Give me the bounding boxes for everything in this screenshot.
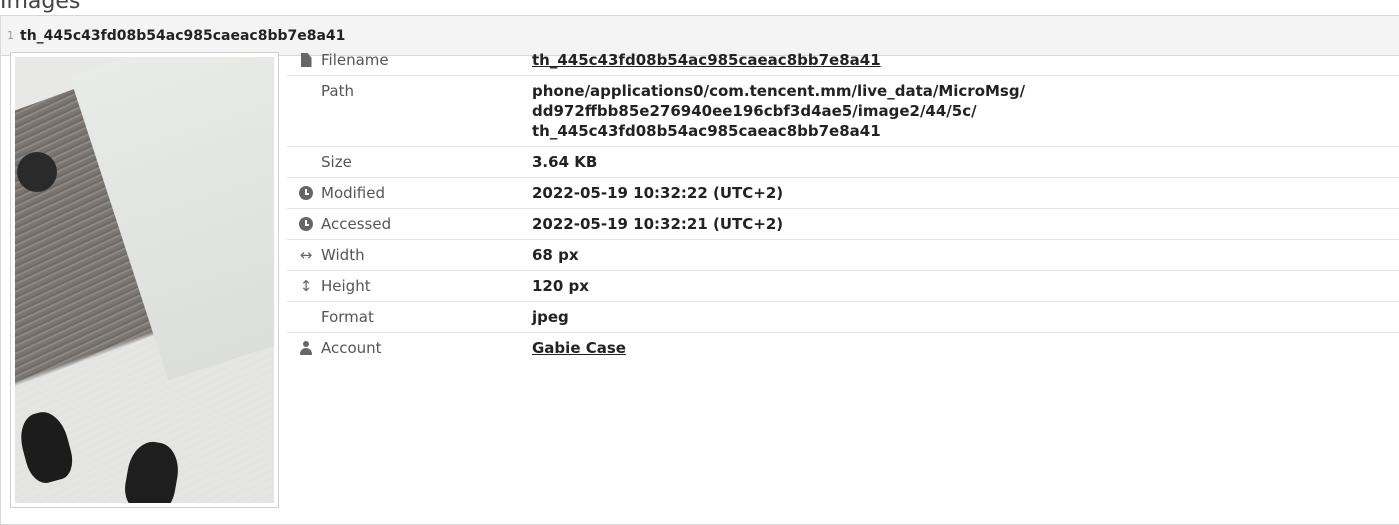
property-row-height: ↕ Height 120 px (287, 271, 1399, 302)
accessed-value: 2022-05-19 10:32:21 (UTC+2) (532, 215, 784, 233)
property-label: Width (321, 246, 365, 264)
file-icon (300, 53, 312, 67)
path-line: dd972ffbb85e276940ee196cbf3d4ae5/image2/… (532, 102, 977, 120)
height-value: 120 px (532, 277, 589, 295)
properties-table: Filename th_445c43fd08b54ac985caeac8bb7e… (287, 45, 1399, 363)
property-label: Size (321, 153, 352, 171)
property-row-accessed: Accessed 2022-05-19 10:32:21 (UTC+2) (287, 209, 1399, 240)
vertical-arrows-icon: ↕ (299, 277, 313, 295)
property-row-width: ↔ Width 68 px (287, 240, 1399, 271)
filename-link[interactable]: th_445c43fd08b54ac985caeac8bb7e8a41 (532, 51, 881, 69)
width-value: 68 px (532, 246, 579, 264)
property-label: Filename (321, 51, 389, 69)
horizontal-arrows-icon: ↔ (299, 246, 313, 264)
property-label: Format (321, 308, 374, 326)
clock-icon (299, 217, 313, 231)
property-row-size: Size 3.64 KB (287, 147, 1399, 178)
modified-value: 2022-05-19 10:32:22 (UTC+2) (532, 184, 784, 202)
property-label: Path (321, 82, 354, 100)
size-value: 3.64 KB (532, 153, 598, 171)
property-row-format: Format jpeg (287, 302, 1399, 333)
row-index: 1 (7, 29, 14, 42)
page-title: Images (0, 0, 81, 14)
format-value: jpeg (532, 308, 569, 326)
path-value: phone/applications0/com.tencent.mm/live_… (532, 76, 1399, 147)
property-label: Accessed (321, 215, 392, 233)
property-label: Modified (321, 184, 386, 202)
clock-icon (299, 186, 313, 200)
image-thumbnail-frame[interactable] (10, 52, 279, 508)
card-title: th_445c43fd08b54ac985caeac8bb7e8a41 (20, 27, 346, 44)
property-row-modified: Modified 2022-05-19 10:32:22 (UTC+2) (287, 178, 1399, 209)
property-row-path: Path phone/applications0/com.tencent.mm/… (287, 76, 1399, 147)
user-icon (299, 341, 313, 355)
property-row-filename: Filename th_445c43fd08b54ac985caeac8bb7e… (287, 45, 1399, 76)
account-link[interactable]: Gabie Case (532, 339, 626, 357)
image-thumbnail[interactable] (15, 57, 274, 503)
property-label: Account (321, 339, 382, 357)
property-row-account: Account Gabie Case (287, 333, 1399, 364)
path-line: phone/applications0/com.tencent.mm/live_… (532, 82, 1026, 100)
property-label: Height (321, 277, 371, 295)
path-line: th_445c43fd08b54ac985caeac8bb7e8a41 (532, 122, 881, 140)
